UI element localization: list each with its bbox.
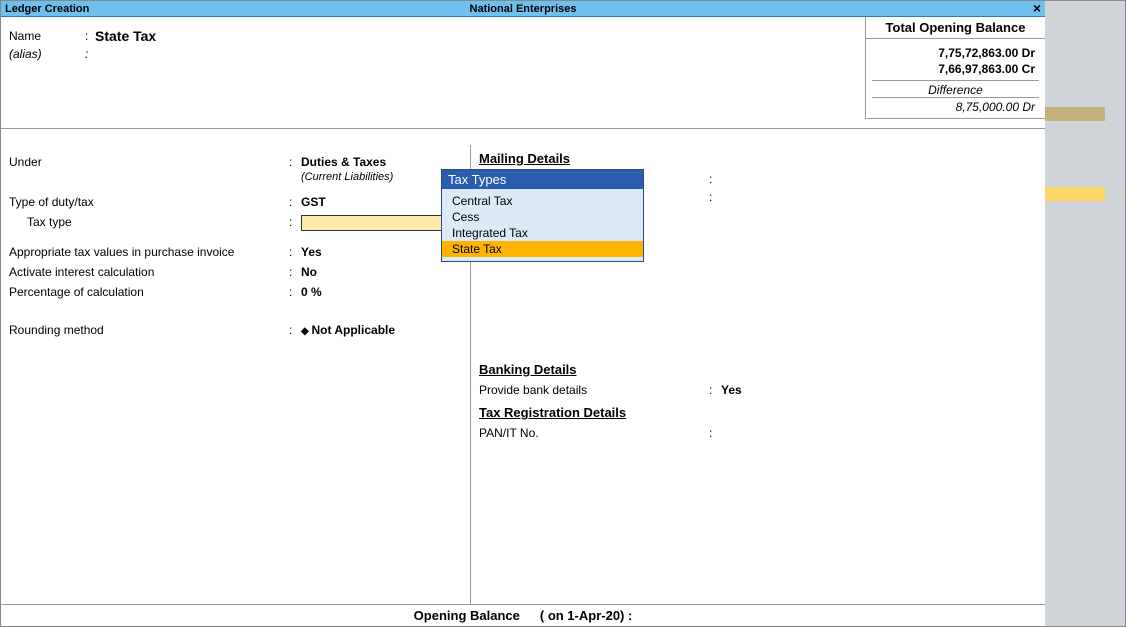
rounding-value[interactable]: ◆ Not Applicable	[301, 323, 395, 337]
interest-value[interactable]: No	[301, 265, 317, 279]
under-sub: (Current Liabilities)	[301, 171, 393, 183]
bank-value[interactable]: Yes	[721, 383, 742, 397]
popup-item[interactable]: Integrated Tax	[442, 225, 643, 241]
colon: :	[709, 190, 721, 204]
popup-item[interactable]: State Tax	[442, 241, 643, 257]
tax-types-popup: Tax Types Central TaxCessIntegrated TaxS…	[441, 169, 644, 262]
alias-label: (alias)	[9, 47, 85, 61]
percentage-value[interactable]: 0 %	[301, 285, 322, 299]
duty-label: Type of duty/tax	[9, 195, 289, 209]
colon: :	[85, 47, 95, 61]
appropriate-value[interactable]: Yes	[301, 245, 322, 259]
pan-label: PAN/IT No.	[479, 426, 709, 440]
under-value[interactable]: Duties & Taxes	[301, 155, 386, 169]
sidebar-button-peek	[1045, 187, 1105, 201]
colon: :	[289, 195, 301, 209]
close-icon[interactable]: ×	[1033, 1, 1041, 15]
right-sidebar-strip	[1045, 1, 1125, 626]
taxtype-input[interactable]	[301, 215, 451, 231]
name-label: Name	[9, 29, 85, 43]
popup-item[interactable]: Central Tax	[442, 193, 643, 209]
appropriate-label: Appropriate tax values in purchase invoi…	[9, 245, 289, 259]
difference-label: Difference	[872, 80, 1039, 97]
colon: :	[289, 155, 301, 169]
sidebar-button-peek	[1045, 107, 1105, 121]
rounding-label: Rounding method	[9, 323, 289, 337]
colon: :	[709, 383, 721, 397]
colon: :	[709, 172, 721, 186]
colon: :	[289, 323, 301, 337]
popup-item[interactable]: Cess	[442, 209, 643, 225]
footer-bar: Opening Balance ( on 1-Apr-20) :	[1, 604, 1045, 626]
interest-label: Activate interest calculation	[9, 265, 289, 279]
colon: :	[289, 265, 301, 279]
tax-reg-head: Tax Registration Details	[479, 405, 1037, 420]
opening-balance-date: ( on 1-Apr-20) :	[540, 608, 632, 623]
opening-balance-cr: 7,66,97,863.00 Cr	[872, 61, 1039, 77]
duty-value[interactable]: GST	[301, 195, 326, 209]
taxtype-label: Tax type	[9, 215, 289, 229]
opening-balance-dr: 7,75,72,863.00 Dr	[872, 45, 1039, 61]
percentage-label: Percentage of calculation	[9, 285, 289, 299]
company-name: National Enterprises	[470, 3, 577, 15]
under-label: Under	[9, 155, 289, 169]
window-title: Ledger Creation	[1, 3, 89, 15]
title-bar: Ledger Creation National Enterprises ×	[1, 1, 1045, 17]
colon: :	[289, 285, 301, 299]
opening-balance-title: Total Opening Balance	[866, 17, 1045, 39]
colon: :	[289, 245, 301, 259]
ledger-name-value[interactable]: State Tax	[95, 28, 156, 44]
mailing-details-head: Mailing Details	[479, 151, 1037, 166]
bank-label: Provide bank details	[479, 383, 709, 397]
colon: :	[709, 426, 721, 440]
banking-details-head: Banking Details	[479, 362, 1037, 377]
diamond-icon: ◆	[301, 326, 311, 337]
opening-balance-box: Total Opening Balance 7,75,72,863.00 Dr …	[865, 17, 1045, 119]
colon: :	[85, 29, 95, 43]
difference-value: 8,75,000.00 Dr	[872, 97, 1039, 116]
popup-title: Tax Types	[442, 170, 643, 189]
opening-balance-label: Opening Balance	[414, 608, 520, 623]
colon: :	[289, 215, 301, 229]
